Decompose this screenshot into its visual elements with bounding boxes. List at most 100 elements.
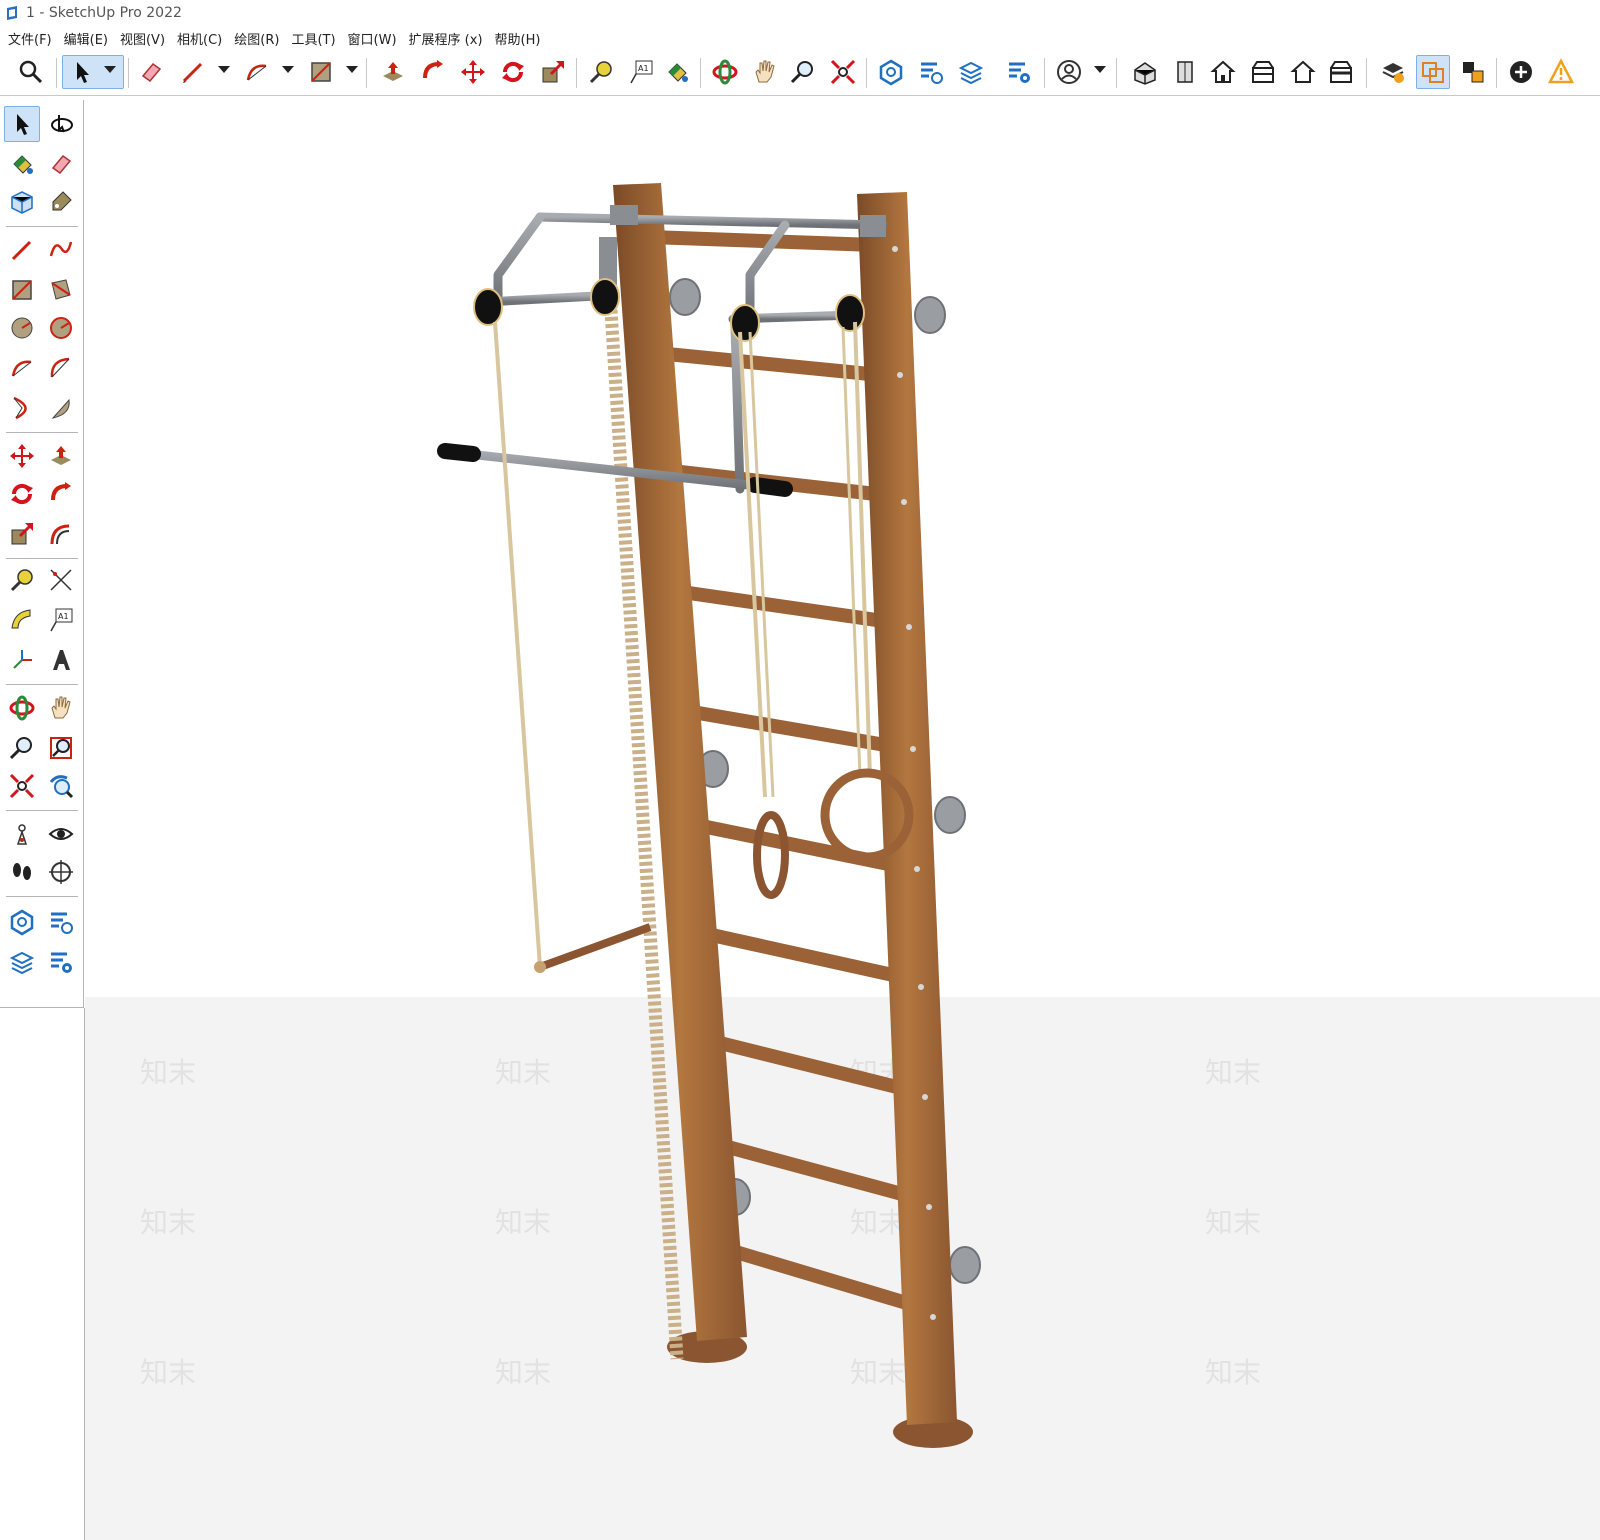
pan-button[interactable] bbox=[748, 55, 782, 89]
lt-orbit-button-2[interactable] bbox=[4, 690, 40, 726]
push-pull-icon bbox=[383, 62, 403, 81]
right-view-button[interactable] bbox=[1246, 55, 1280, 89]
scenes-button[interactable] bbox=[1456, 55, 1490, 89]
solid-inspector-button[interactable] bbox=[1376, 55, 1410, 89]
watermark-text-5: 知末 bbox=[140, 1206, 196, 1239]
lt-previous-view-button[interactable] bbox=[43, 768, 79, 804]
lt-select-button[interactable] bbox=[4, 106, 40, 142]
menu-tools[interactable]: 工具(T) bbox=[287, 29, 343, 48]
layout-button[interactable] bbox=[954, 55, 988, 89]
lt-extension-manager-button[interactable] bbox=[43, 944, 79, 980]
lt-zoom-extents-button[interactable] bbox=[4, 768, 40, 804]
lt-tape-measure-button[interactable] bbox=[4, 562, 40, 598]
lt-move-button[interactable] bbox=[4, 438, 40, 474]
lt-3-point-arc-button[interactable] bbox=[4, 390, 40, 426]
lt-line-button[interactable] bbox=[4, 232, 40, 268]
lt-dimension-button[interactable] bbox=[43, 562, 79, 598]
menu-draw[interactable]: 绘图(R) bbox=[230, 29, 287, 48]
warehouse-icon bbox=[879, 59, 903, 86]
model-viewport[interactable]: 知末 知末 知末 知末 知末 知末 知末 知末 知末 知末 知末 知末 bbox=[85, 97, 1600, 1540]
paint-bucket-icon bbox=[668, 63, 688, 82]
warehouse-button[interactable] bbox=[874, 55, 908, 89]
lt-warehouse-button[interactable] bbox=[4, 904, 40, 940]
pencil-icon bbox=[182, 62, 203, 83]
lt-axes-button[interactable] bbox=[4, 642, 40, 678]
lt-extension-warehouse-button[interactable] bbox=[43, 904, 79, 940]
lt-zoom-button[interactable] bbox=[4, 730, 40, 766]
text-icon: A1 bbox=[50, 608, 73, 632]
tape-measure-button[interactable] bbox=[584, 55, 618, 89]
lt-follow-me-button[interactable] bbox=[43, 476, 79, 512]
rectangle-button[interactable] bbox=[304, 55, 338, 89]
tape-measure-icon bbox=[589, 61, 612, 84]
lt-freehand-button[interactable] bbox=[43, 232, 79, 268]
polygon-icon bbox=[50, 317, 72, 339]
search-button[interactable] bbox=[14, 55, 48, 89]
arc-button[interactable] bbox=[240, 55, 274, 89]
lt-circle-button[interactable] bbox=[4, 310, 40, 346]
lt-polygon-button[interactable] bbox=[43, 310, 79, 346]
follow-me-button[interactable] bbox=[416, 55, 450, 89]
warning-icon bbox=[1547, 58, 1575, 84]
lt-layout-button[interactable] bbox=[4, 944, 40, 980]
extension-warehouse-button[interactable] bbox=[914, 55, 948, 89]
paint-bucket-button[interactable] bbox=[660, 55, 694, 89]
outliner-button[interactable] bbox=[1416, 55, 1450, 89]
menu-edit[interactable]: 编辑(E) bbox=[60, 29, 116, 48]
lt-look-around-button[interactable] bbox=[43, 816, 79, 852]
menu-view[interactable]: 视图(V) bbox=[116, 29, 173, 48]
lt-2-point-arc-button[interactable] bbox=[43, 350, 79, 386]
zoom-extents-button[interactable] bbox=[826, 55, 860, 89]
lt-3d-text-button[interactable] bbox=[43, 642, 79, 678]
menu-help[interactable]: 帮助(H) bbox=[491, 29, 549, 48]
lt-offset-button[interactable] bbox=[43, 516, 79, 552]
add-button[interactable] bbox=[1504, 55, 1538, 89]
menu-file[interactable]: 文件(F) bbox=[4, 29, 60, 48]
menu-camera[interactable]: 相机(C) bbox=[173, 29, 230, 48]
lt-paint-bucket-button[interactable] bbox=[4, 146, 40, 182]
lt-pie-button[interactable] bbox=[43, 390, 79, 426]
lt-position-camera-button[interactable] bbox=[4, 816, 40, 852]
push-pull-button[interactable] bbox=[376, 55, 410, 89]
rotate-button[interactable] bbox=[496, 55, 530, 89]
solid-inspector-icon bbox=[1382, 63, 1404, 83]
lt-component-button[interactable] bbox=[4, 184, 40, 220]
lt-rotate-button[interactable] bbox=[4, 476, 40, 512]
lt-text-button[interactable]: A1 bbox=[43, 602, 79, 638]
lt-section-plane-button[interactable] bbox=[43, 854, 79, 890]
text-icon: A1 bbox=[630, 60, 653, 84]
scale-button[interactable] bbox=[536, 55, 570, 89]
zoom-icon bbox=[9, 737, 32, 760]
eraser-button[interactable] bbox=[134, 55, 168, 89]
orbit-icon bbox=[51, 115, 73, 133]
lt-zoom-window-button[interactable] bbox=[43, 730, 79, 766]
iso-view-button[interactable] bbox=[1128, 55, 1162, 89]
text-button[interactable]: A1 bbox=[624, 55, 658, 89]
select-dropdown-caret[interactable] bbox=[104, 66, 116, 73]
lt-arc-button[interactable] bbox=[4, 350, 40, 386]
lt-protractor-button[interactable] bbox=[4, 602, 40, 638]
menu-extensions[interactable]: 扩展程序 (x) bbox=[405, 29, 491, 48]
front-view-button[interactable] bbox=[1206, 55, 1240, 89]
lt-scale-button[interactable] bbox=[4, 516, 40, 552]
menu-window[interactable]: 窗口(W) bbox=[344, 29, 405, 48]
left-view-button[interactable] bbox=[1324, 55, 1358, 89]
back-view-button[interactable] bbox=[1286, 55, 1320, 89]
orbit-icon bbox=[9, 695, 35, 721]
pencil-button[interactable] bbox=[176, 55, 210, 89]
move-button[interactable] bbox=[456, 55, 490, 89]
lt-orbit-button[interactable] bbox=[43, 106, 79, 142]
profile-button[interactable] bbox=[1052, 55, 1086, 89]
lt-rotated-rectangle-button[interactable] bbox=[43, 272, 79, 308]
warning-button[interactable] bbox=[1544, 55, 1578, 89]
extension-manager-button[interactable] bbox=[1002, 55, 1036, 89]
lt-rectangle-button[interactable] bbox=[4, 272, 40, 308]
lt-pan-button[interactable] bbox=[43, 690, 79, 726]
zoom-button[interactable] bbox=[786, 55, 820, 89]
lt-tag-button[interactable] bbox=[43, 184, 79, 220]
orbit-button[interactable] bbox=[708, 55, 742, 89]
lt-eraser-button[interactable] bbox=[43, 146, 79, 182]
lt-push-pull-button[interactable] bbox=[43, 438, 79, 474]
top-view-button[interactable] bbox=[1168, 55, 1202, 89]
lt-walk-button[interactable] bbox=[4, 854, 40, 890]
